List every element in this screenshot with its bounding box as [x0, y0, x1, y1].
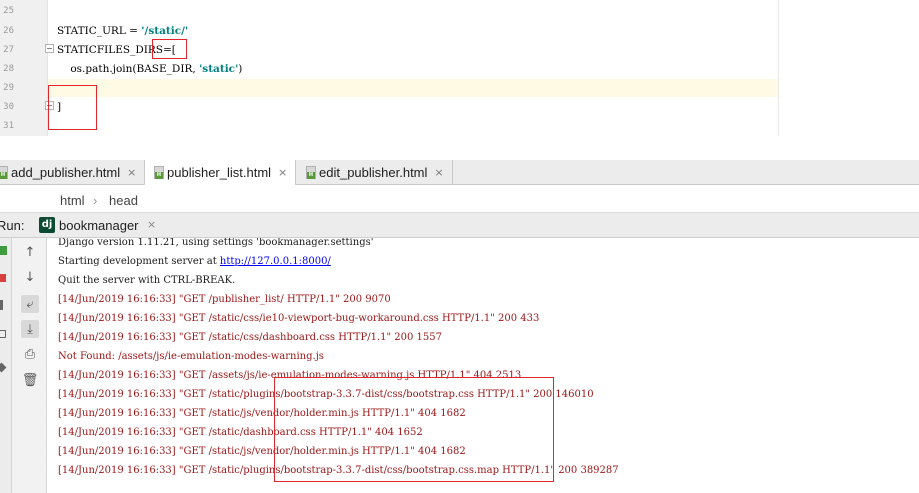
- tab-add-publisher[interactable]: H add_publisher.html ×: [0, 160, 145, 185]
- console-line: Starting development server at http://12…: [58, 256, 331, 267]
- pause-icon[interactable]: [0, 300, 3, 310]
- close-icon[interactable]: ×: [434, 166, 443, 179]
- console-line: Not Found: /assets/js/ie-emulation-modes…: [58, 351, 324, 362]
- tab-publisher-list[interactable]: H publisher_list.html ×: [145, 160, 296, 185]
- run-configuration-tab[interactable]: bookmanager: [59, 218, 139, 233]
- line-number: 30: [3, 102, 14, 112]
- layout-icon[interactable]: [0, 330, 6, 338]
- tab-label: add_publisher.html: [11, 165, 121, 180]
- trash-icon[interactable]: 🗑: [21, 371, 39, 389]
- tab-label: edit_publisher.html: [319, 165, 428, 180]
- down-arrow-icon[interactable]: ↓: [21, 268, 39, 286]
- breadcrumb: html › head: [0, 189, 919, 213]
- code-line-os-path-join[interactable]: os.path.join(BASE_DIR, 'static'): [57, 63, 242, 75]
- html-file-icon: H: [0, 166, 8, 179]
- breadcrumb-item-html[interactable]: html: [60, 193, 85, 208]
- line-number: 26: [3, 26, 14, 36]
- annotation-box-bracket-open: [152, 39, 187, 59]
- breadcrumb-item-head[interactable]: head: [109, 193, 138, 208]
- stop-icon[interactable]: [0, 274, 6, 282]
- breadcrumb-separator: ›: [93, 193, 98, 208]
- line-number: 27: [3, 45, 14, 55]
- server-url-link[interactable]: http://127.0.0.1:8000/: [220, 256, 331, 267]
- annotation-box-static-paths: [274, 377, 554, 482]
- django-icon: dj: [39, 217, 55, 233]
- run-actions-strip: [0, 238, 12, 493]
- console-line: Django version 1.11.21, using settings '…: [58, 238, 374, 248]
- line-number: 25: [3, 6, 14, 16]
- html-file-icon: H: [154, 166, 164, 179]
- run-tool-window-header: Run: dj bookmanager ×: [0, 213, 919, 238]
- line-number: 28: [3, 64, 14, 74]
- code-editor[interactable]: 25 26 27 28 29 30 31 STATIC_URL = '/stat…: [0, 0, 919, 136]
- console-toolbar: ↑ ↓ ⤶ ⤓ ⎙ 🗑: [12, 238, 47, 493]
- scroll-to-end-icon[interactable]: ⤓: [21, 320, 39, 338]
- console-line: [14/Jun/2019 16:16:33] "GET /static/css/…: [58, 313, 540, 324]
- tab-label: publisher_list.html: [167, 165, 272, 180]
- pin-icon[interactable]: [0, 362, 7, 373]
- editor-tab-bar: H add_publisher.html × H publisher_list.…: [0, 160, 919, 185]
- close-icon[interactable]: ×: [127, 166, 136, 179]
- console-line: [14/Jun/2019 16:16:33] "GET /publisher_l…: [58, 294, 391, 305]
- annotation-box-bracket-close: [48, 85, 97, 130]
- soft-wrap-icon[interactable]: ⤶: [21, 295, 39, 313]
- line-number: 31: [3, 121, 14, 131]
- editor-gutter: 25 26 27 28 29 30 31: [0, 0, 48, 136]
- fold-marker-icon[interactable]: [45, 44, 54, 53]
- close-icon[interactable]: ×: [147, 218, 156, 231]
- print-icon[interactable]: ⎙: [21, 345, 39, 363]
- right-margin-guide: [778, 0, 779, 136]
- console-line: Quit the server with CTRL-BREAK.: [58, 275, 236, 286]
- run-label: Run:: [0, 218, 25, 233]
- tab-edit-publisher[interactable]: H edit_publisher.html ×: [296, 160, 453, 185]
- current-line-highlight: [48, 79, 778, 97]
- line-number: 29: [3, 83, 14, 93]
- console-line: [14/Jun/2019 16:16:33] "GET /static/css/…: [58, 332, 442, 343]
- code-line-static-url[interactable]: STATIC_URL = '/static/': [57, 25, 188, 37]
- rerun-icon[interactable]: [0, 246, 7, 255]
- html-file-icon: H: [306, 166, 316, 179]
- close-icon[interactable]: ×: [278, 166, 287, 179]
- up-arrow-icon[interactable]: ↑: [21, 243, 39, 261]
